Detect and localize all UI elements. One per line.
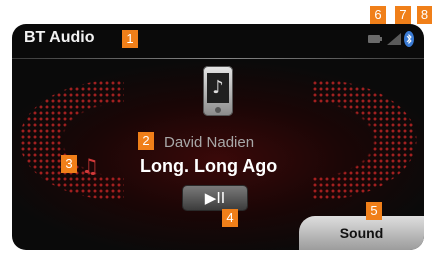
- sound-button[interactable]: Sound: [299, 216, 424, 250]
- battery-icon: [368, 35, 382, 43]
- callout-badge-3: 3: [61, 155, 77, 173]
- callout-badge-8: 8: [417, 6, 432, 24]
- song-title: Long. Long Ago: [140, 156, 278, 176]
- artist-name: David Nadien: [164, 134, 255, 151]
- music-note-glyph: ♪: [207, 73, 229, 103]
- callout-badge-2: 2: [138, 132, 154, 150]
- play-pause-button[interactable]: ▶II: [183, 186, 247, 210]
- page-title: BT Audio: [24, 29, 95, 46]
- callout-badge-1: 1: [122, 30, 138, 48]
- music-note-icon: ♫: [81, 154, 99, 178]
- phone-home-button: [215, 107, 221, 113]
- callout-badge-4: 4: [222, 209, 238, 227]
- smartphone-music-icon: ♪: [203, 66, 233, 116]
- callout-badge-7: 7: [395, 6, 411, 24]
- callout-badge-5: 5: [366, 202, 382, 220]
- callout-badge-6: 6: [370, 6, 386, 24]
- bluetooth-icon: [404, 31, 414, 47]
- header-divider: [12, 58, 424, 59]
- signal-strength-icon: [387, 33, 401, 45]
